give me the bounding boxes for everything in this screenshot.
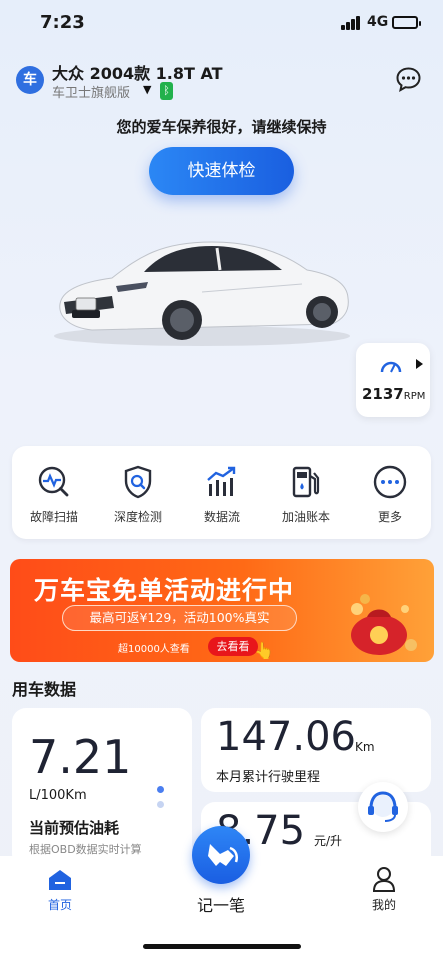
banner-title: 万车宝免单活动进行中 [34,576,295,605]
tool-more[interactable]: 更多 [348,446,432,539]
promo-banner[interactable]: 万车宝免单活动进行中 最高可返¥129，活动100%真实 超10000人查看 去… [10,559,434,662]
network-type: 4G [367,14,389,30]
headset-icon [368,791,398,822]
fuel-pump-icon [292,466,320,498]
tool-label: 数据流 [203,510,240,524]
status-time: 7:23 [40,12,85,33]
more-icon [373,465,407,499]
tab-label: 我的 [371,898,396,912]
tool-grid: 故障扫描 深度检测 数据流 加油账本 更多 [12,446,431,539]
fuel-nozzle-icon [208,844,238,866]
tool-data-stream[interactable]: 数据流 [180,446,264,539]
scan-icon [38,466,69,497]
pager-dot-active [157,786,164,793]
customer-service-button[interactable] [358,782,408,832]
tool-fault-scan[interactable]: 故障扫描 [12,446,96,539]
record-button[interactable] [192,826,250,884]
dropdown-triangle-icon[interactable]: ▼ [143,83,151,96]
fuel-hint: 根据OBD数据实时计算 [29,843,142,856]
home-icon [49,870,71,890]
fuel-label: 当前预估油耗 [29,819,120,837]
tool-label: 加油账本 [281,510,330,524]
gauge-icon [380,361,402,373]
play-icon [416,359,423,369]
mileage-value: 147.06 [216,714,356,760]
chart-trend-icon [207,466,236,496]
status-bar: 7:23 4G [0,0,443,46]
pager-dot [157,801,164,808]
tool-label: 更多 [377,510,402,524]
banner-subtitle: 最高可返¥129，活动100%真实 [62,605,297,631]
banner-view-count: 超10000人查看 [118,644,190,655]
car-title[interactable]: 大众 2004款 1.8T AT [52,60,223,84]
fuel-unit: L/100Km [29,788,87,803]
health-message: 您的爱车保养很好，请继续保持 [116,118,327,136]
quick-check-button[interactable]: 快速体检 [149,147,294,195]
red-envelope-icon [351,594,417,655]
rpm-card[interactable]: 2137RPM [356,343,430,417]
shield-search-icon [124,465,152,499]
chat-bubble-icon[interactable] [395,66,422,93]
section-title-usage: 用车数据 [12,680,77,699]
fuel-consumption-card[interactable]: 7.21 L/100Km 当前预估油耗 根据OBD数据实时计算 [12,708,192,868]
tool-deep-check[interactable]: 深度检测 [96,446,180,539]
tab-label: 首页 [47,898,72,912]
tool-fuel-ledger[interactable]: 加油账本 [264,446,348,539]
brand-logo-icon: 车 [16,66,44,94]
signal-icon [341,16,361,30]
bluetooth-icon[interactable]: ᛒ [160,82,173,100]
user-icon [372,867,396,892]
record-label: 记一笔 [196,896,245,915]
car-image [54,241,350,346]
fuel-price-unit: 元/升 [314,834,343,848]
fuel-value: 7.21 [29,730,132,784]
battery-icon [392,16,421,29]
car-subtitle[interactable]: 车卫士旗舰版 [52,82,130,101]
rpm-value: 2137RPM [362,385,426,403]
tool-label: 故障扫描 [29,510,78,524]
mileage-unit: Km [355,740,375,754]
hand-pointer-icon: 👆 [254,641,274,660]
tool-label: 深度检测 [113,510,162,524]
mileage-card[interactable]: 147.06 Km 本月累计行驶里程 [201,708,431,792]
banner-go-button[interactable]: 去看看 [208,637,258,656]
header: 车 大众 2004款 1.8T AT 车卫士旗舰版 ▼ ᛒ [0,58,443,104]
home-indicator [143,944,301,949]
mileage-label: 本月累计行驶里程 [216,770,321,785]
